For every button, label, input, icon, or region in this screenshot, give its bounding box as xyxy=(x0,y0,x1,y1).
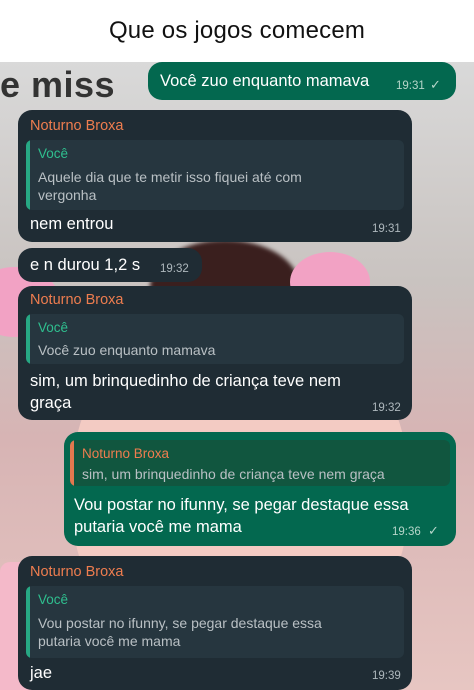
message-text-line: Vou postar no ifunny, se pegar destaque … xyxy=(74,496,409,514)
quote-bar xyxy=(26,586,30,658)
quoted-message[interactable]: Você Você zuo enquanto mamava xyxy=(26,314,404,364)
quote-author: Você xyxy=(38,146,69,161)
quote-text-line: sim, um brinquedinho de criança teve nem… xyxy=(82,466,385,482)
sent-check-icon: ✓ xyxy=(430,77,441,92)
message-text: nem entrou xyxy=(30,215,114,233)
sent-check-icon: ✓ xyxy=(428,523,439,538)
message-bubble-incoming[interactable]: Noturno Broxa Você Aquele dia que te met… xyxy=(18,110,412,242)
message-text: jae xyxy=(30,664,53,682)
quoted-message[interactable]: Você Aquele dia que te metir isso fiquei… xyxy=(26,140,404,210)
chat-area[interactable]: e miss Você zuo enquanto mamava 19:31 ✓ … xyxy=(0,62,474,690)
message-bubble-incoming[interactable]: Noturno Broxa Você Você zuo enquanto mam… xyxy=(18,286,412,420)
message-text-line: putaria você me mama xyxy=(74,518,242,536)
message-time: 19:32 xyxy=(372,402,401,414)
meme-caption: Que os jogos comecem xyxy=(0,0,474,62)
message-bubble-outgoing[interactable]: Noturno Broxa sim, um brinquedinho de cr… xyxy=(64,432,456,546)
quote-bar xyxy=(26,140,30,210)
background-text: e miss xyxy=(0,64,116,105)
message-bubble-outgoing[interactable]: Você zuo enquanto mamava 19:31 ✓ xyxy=(148,62,456,100)
message-bubble-incoming[interactable]: e n durou 1,2 s 19:32 xyxy=(18,248,202,282)
message-time: 19:36 xyxy=(392,526,421,538)
quote-bar xyxy=(70,440,74,486)
quote-bar xyxy=(26,314,30,364)
quote-text-line: Aquele dia que te metir isso fiquei até … xyxy=(38,169,302,185)
message-time: 19:31 xyxy=(396,80,425,92)
quote-text-line: Vou postar no ifunny, se pegar destaque … xyxy=(38,615,322,631)
quote-author: Noturno Broxa xyxy=(82,446,170,461)
message-bubble-incoming[interactable]: Noturno Broxa Você Vou postar no ifunny,… xyxy=(18,556,412,690)
quoted-message[interactable]: Você Vou postar no ifunny, se pegar dest… xyxy=(26,586,404,658)
quote-text-line: vergonha xyxy=(38,187,97,203)
quoted-message[interactable]: Noturno Broxa sim, um brinquedinho de cr… xyxy=(70,440,450,486)
sender-name: Noturno Broxa xyxy=(30,118,124,134)
quote-text-line: Você zuo enquanto mamava xyxy=(38,342,216,358)
message-text: Você zuo enquanto mamava xyxy=(160,72,370,90)
sender-name: Noturno Broxa xyxy=(30,292,124,308)
message-text-line: graça xyxy=(30,394,72,412)
sender-name: Noturno Broxa xyxy=(30,564,124,580)
quote-author: Você xyxy=(38,592,69,607)
message-time: 19:31 xyxy=(372,223,401,235)
message-text-line: sim, um brinquedinho de criança teve nem xyxy=(30,372,341,390)
quote-text-line: putaria você me mama xyxy=(38,633,181,649)
message-time: 19:39 xyxy=(372,670,401,682)
message-time: 19:32 xyxy=(160,263,189,275)
message-text: e n durou 1,2 s xyxy=(30,256,141,274)
quote-author: Você xyxy=(38,320,69,335)
